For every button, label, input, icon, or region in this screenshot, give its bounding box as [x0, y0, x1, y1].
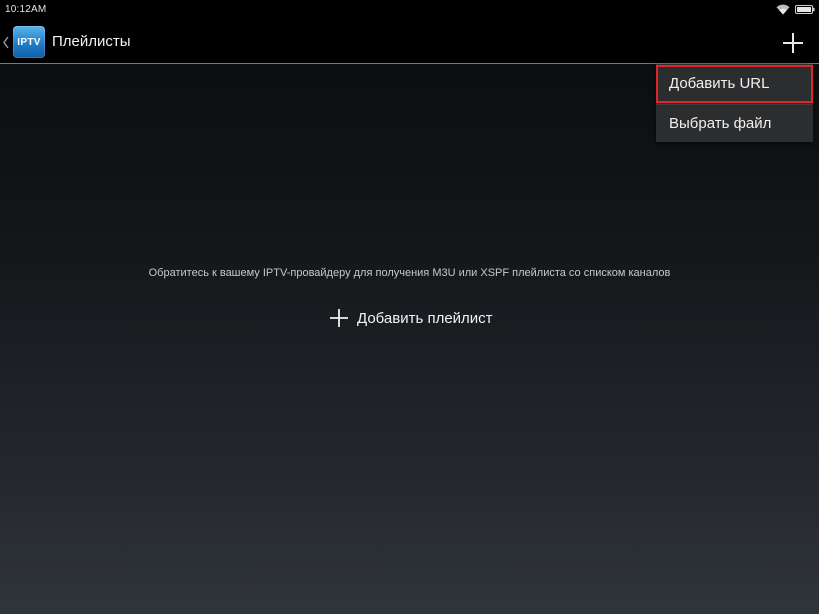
add-plus-icon[interactable]: [780, 30, 806, 56]
add-playlist-button[interactable]: Добавить плейлист: [329, 305, 493, 331]
menu-item-choose-file[interactable]: Выбрать файл: [656, 104, 813, 142]
app-icon[interactable]: IPTV: [13, 26, 45, 58]
status-time: 10:12AM: [5, 4, 47, 15]
empty-state-hint: Обратитесь к вашему IPTV-провайдеру для …: [148, 267, 671, 279]
status-bar: 10:12AM: [0, 0, 819, 20]
add-playlist-label: Добавить плейлист: [357, 309, 493, 327]
add-playlist-menu: Добавить URL Выбрать файл: [656, 64, 813, 142]
wifi-icon: [776, 4, 790, 15]
app-icon-text: IPTV: [17, 36, 41, 48]
menu-item-add-url[interactable]: Добавить URL: [656, 65, 813, 103]
page-title: Плейлисты: [52, 33, 131, 50]
screen: 10:12AM IPTV Плейлисты Добавить URL Выбр…: [0, 0, 819, 614]
action-bar: IPTV Плейлисты: [0, 20, 819, 64]
battery-icon: [795, 5, 815, 14]
up-chevron-icon[interactable]: [2, 36, 10, 49]
plus-icon: [330, 309, 348, 327]
